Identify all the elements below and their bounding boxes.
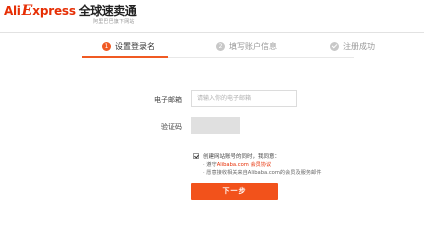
agreement-bullet-2: · 愿意接收相关来自Alibaba.com的会员及服务邮件 <box>203 170 322 176</box>
registration-steps: 1 设置登录名 2 填写账户信息 注册成功 <box>0 34 424 56</box>
captcha-label: 验证码 <box>161 123 182 131</box>
logo-ali-text: Ali <box>4 4 21 18</box>
checkmark-icon <box>330 41 339 51</box>
step-fill-account-info: 2 填写账户信息 <box>216 40 277 52</box>
logo-xpress-text: xpress <box>32 4 76 18</box>
logo-e-text: E <box>21 3 33 19</box>
step-set-login-name: 1 设置登录名 <box>102 40 155 52</box>
aliexpress-logo[interactable]: Ali E xpress 全球速卖通 <box>4 2 137 19</box>
step-3-label: 注册成功 <box>343 41 375 51</box>
bullet-1-prefix: · 遵守 <box>203 162 217 168</box>
progress-fill <box>82 56 168 58</box>
step-1-label: 设置登录名 <box>115 41 155 51</box>
registration-page: Ali E xpress 全球速卖通 阿里巴巴旗下网站 1 设置登录名 2 填写… <box>0 0 424 214</box>
step-2-number: 2 <box>216 41 225 51</box>
captcha-slider[interactable] <box>191 117 240 134</box>
logo-chinese-text: 全球速卖通 <box>78 4 137 18</box>
member-agreement-link[interactable]: Alibaba.com 会员协议 <box>217 162 272 168</box>
step-registration-success: 注册成功 <box>330 40 375 52</box>
email-field[interactable] <box>191 90 297 107</box>
next-step-button[interactable]: 下一步 <box>191 183 278 200</box>
step-1-number: 1 <box>102 41 111 51</box>
agreement-bullet-1: · 遵守Alibaba.com 会员协议 <box>203 161 271 168</box>
email-label: 电子邮箱 <box>154 96 182 104</box>
step-2-label: 填写账户信息 <box>229 41 277 51</box>
site-header: Ali E xpress 全球速卖通 阿里巴巴旗下网站 <box>0 0 424 33</box>
agreement-text: 创建网站账号的同时，我同意： <box>203 154 281 160</box>
logo-tagline: 阿里巴巴旗下网站 <box>93 19 135 25</box>
agree-checkbox[interactable] <box>193 153 199 159</box>
